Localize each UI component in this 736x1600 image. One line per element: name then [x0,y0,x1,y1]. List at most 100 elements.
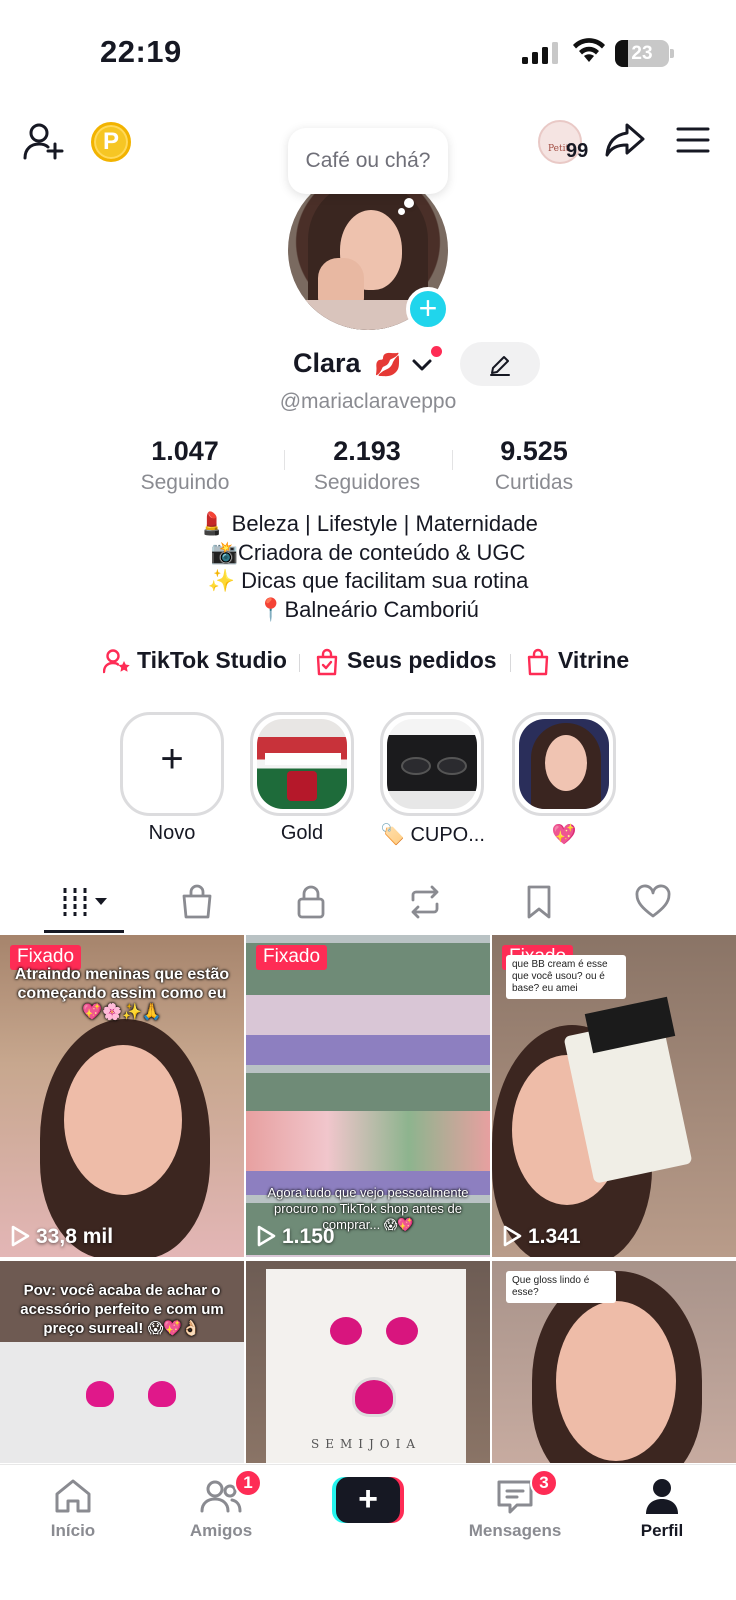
shopping-bag-icon [182,884,212,919]
highlight-new[interactable]: + Novo [120,712,224,845]
note-bubble[interactable]: Café ou chá? [288,128,448,194]
plus-icon: + [160,737,184,781]
tab-videos[interactable] [24,870,146,936]
highlight-label: 🏷️ CUPO... [380,824,485,846]
share-icon[interactable] [604,120,646,160]
profile-bio: 💄 Beleza | Lifestyle | Maternidade 📸Cria… [0,510,736,624]
profile-stats: 1.047 Seguindo 2.193 Seguidores 9.525 Cu… [0,436,736,496]
link-label: TikTok Studio [137,647,287,673]
creator-star-icon [103,649,130,674]
highlight-cupom[interactable]: 🏷️ CUPO... [380,712,485,847]
nav-label: Início [50,1521,96,1540]
status-time: 22:19 [100,34,182,69]
pinned-badge: Fixado [256,945,328,970]
view-count: 33,8 mil [10,1225,113,1249]
bookmark-icon [527,885,551,919]
battery-level: 23 [631,43,653,64]
video-grid: Fixado Atraindo meninas que estão começa… [0,935,736,1463]
bio-line: 💄 Beleza | Lifestyle | Maternidade [198,511,538,536]
notification-dot [431,346,442,357]
view-count-value: 1.150 [282,1225,335,1248]
plus-icon: + [336,1477,400,1523]
bio-line: ✨ Dicas que facilitam sua rotina [207,568,529,593]
coins-icon[interactable]: P [91,122,131,162]
create-button[interactable]: + [332,1477,404,1523]
video-thumbnail[interactable]: Que gloss lindo é esse? [492,1261,736,1463]
highlight-heart[interactable]: 💖 [512,712,616,847]
battery-icon: 23 [615,40,674,67]
active-tab-indicator [44,930,124,933]
highlight-gold[interactable]: Gold [250,712,354,845]
nav-label: Mensagens [468,1521,562,1540]
wifi-icon [573,38,605,62]
video-grid-dropdown-icon [63,888,107,916]
profile-name-row: Clara 💋 [0,342,736,388]
video-caption: Atraindo meninas que estão começando ass… [14,966,230,1021]
stat-followers[interactable]: 2.193 Seguidores [292,436,442,495]
nav-profile[interactable]: Perfil [607,1477,717,1541]
view-count: 1.341 [502,1225,581,1249]
nav-friends[interactable]: 1 Amigos [166,1469,276,1541]
tab-shop[interactable] [136,870,258,936]
video-thumbnail[interactable]: SEMIJOIA [246,1261,490,1463]
friends-badge: 1 [234,1469,262,1497]
badge-count: 99 [566,140,589,162]
profile-links: TikTok Studio Seus pedidos Vitrine [0,646,736,682]
menu-icon[interactable] [676,126,710,154]
video-thumbnail[interactable]: Fixado Agora tudo que vejo pessoalmente … [246,935,490,1257]
bio-line: 📍Balneário Camboriú [257,596,479,622]
nav-label: Perfil [640,1521,684,1540]
heart-icon [635,884,671,918]
stat-following[interactable]: 1.047 Seguindo [110,436,260,495]
nav-inbox[interactable]: 3 Mensagens [460,1469,570,1541]
profile-name[interactable]: Clara [293,348,361,379]
add-story-plus-icon[interactable]: + [406,287,450,331]
stat-value: 2.193 [333,436,401,466]
name-emoji: 💋 [374,352,402,377]
tab-favorites[interactable] [478,870,600,936]
shopping-bag-check-icon [316,648,338,676]
link-label: Vitrine [558,647,630,673]
stat-likes[interactable]: 9.525 Curtidas [459,436,609,495]
home-icon [55,1479,91,1513]
tab-private[interactable] [250,870,372,936]
stat-label: Curtidas [494,471,574,494]
highlight-label: Novo [148,822,196,844]
cellular-signal-icon [522,42,558,64]
comment-reply-box: Que gloss lindo é esse? [506,1271,616,1303]
note-bubble-tail-small [398,208,405,215]
bottom-navigation: Início 1 Amigos + 3 Mensagens Perfil [0,1464,736,1600]
video-thumbnail[interactable]: Fixado Atraindo meninas que estão começa… [0,935,244,1257]
profile-tabs [0,870,736,936]
view-count-value: 33,8 mil [36,1225,114,1248]
view-count: 1.150 [256,1225,335,1249]
profile-handle: @mariaclaraveppo [279,390,457,413]
stat-label: Seguindo [140,471,230,494]
nav-label: Amigos [189,1521,253,1540]
highlight-label: Gold [280,822,324,844]
status-bar: 22:19 23 [0,0,736,100]
play-icon [503,1225,522,1247]
message-icon [497,1480,533,1514]
nav-home[interactable]: Início [18,1477,128,1541]
view-count-value: 1.341 [528,1225,581,1248]
tab-reposts[interactable] [364,870,486,936]
tab-liked[interactable] [592,870,714,936]
video-caption: Pov: você acaba de achar o acessório per… [20,1282,224,1337]
stat-label: Seguidores [313,471,421,494]
lock-icon [297,885,325,919]
edit-profile-button[interactable] [460,342,540,386]
play-icon [257,1225,276,1247]
stat-value: 9.525 [500,436,568,466]
pencil-icon [490,356,510,376]
highlight-label: 💖 [551,824,577,846]
comment-reply-box: que BB cream é esse que você usou? ou é … [506,955,626,999]
chevron-down-icon[interactable] [411,354,433,376]
shopping-bag-icon [527,648,549,676]
bio-line: 📸Criadora de conteúdo & UGC [210,539,526,565]
video-thumbnail[interactable]: Fixado que BB cream é esse que você usou… [492,935,736,1257]
video-thumbnail[interactable]: Pov: você acaba de achar o acessório per… [0,1261,244,1463]
add-friend-icon[interactable] [22,120,66,164]
link-label: Seus pedidos [347,647,497,673]
product-label: SEMIJOIA [310,1437,422,1451]
